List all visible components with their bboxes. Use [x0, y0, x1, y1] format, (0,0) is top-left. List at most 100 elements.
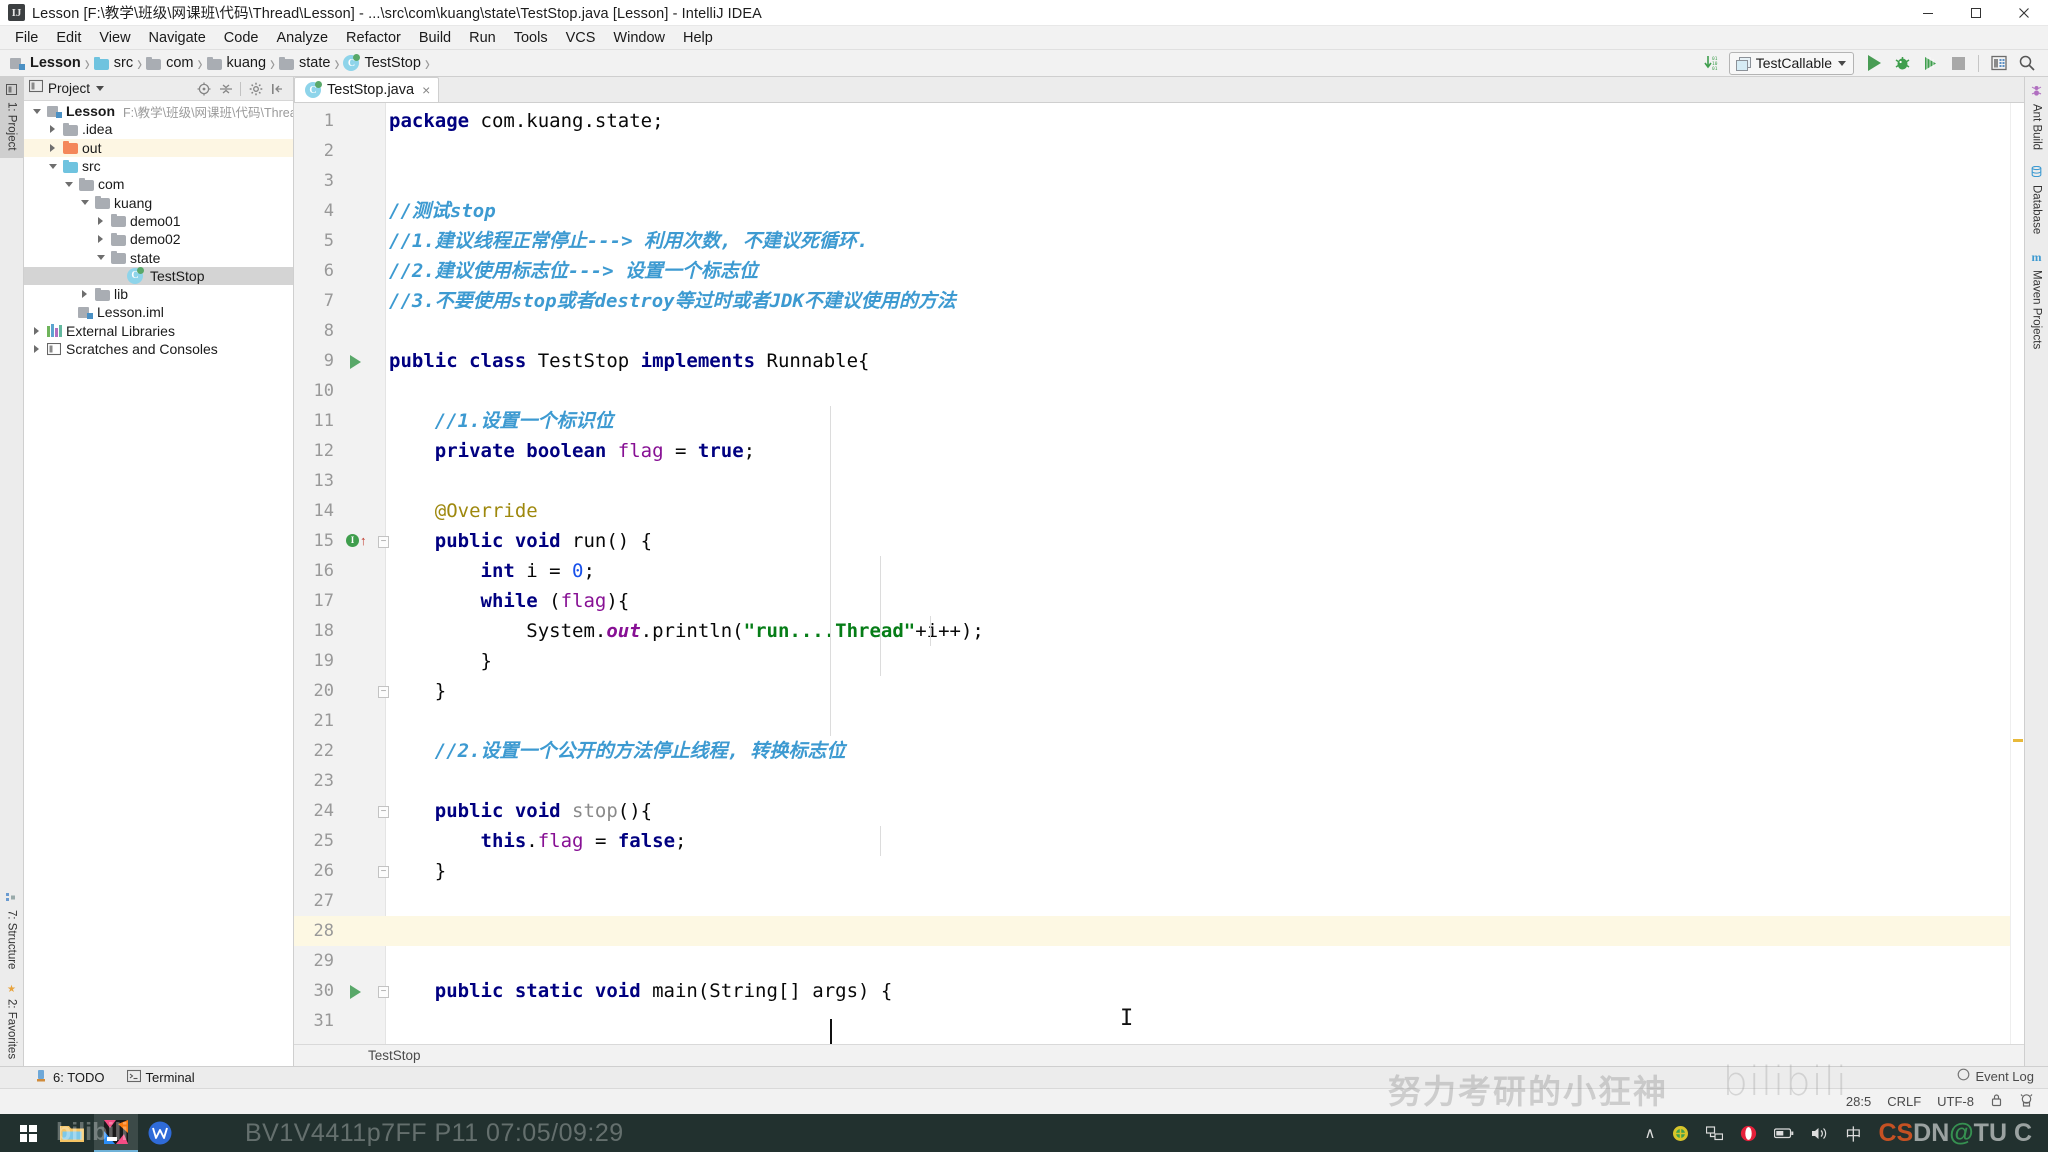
code-line-row[interactable] [294, 916, 2024, 946]
gutter-run-icon[interactable] [350, 355, 361, 369]
code-line-row[interactable] [294, 1006, 2024, 1036]
code-line-row[interactable] [294, 706, 2024, 736]
breadcrumb-kuang[interactable]: kuang [205, 55, 269, 71]
menu-code[interactable]: Code [215, 28, 268, 48]
breadcrumb-state[interactable]: state [277, 55, 332, 71]
code-line-row[interactable] [294, 646, 2024, 676]
code-line-text[interactable]: //2.设置一个公开的方法停止线程, 转换标志位 [389, 736, 846, 766]
code-line-text[interactable]: //3.不要使用stop或者destroy等过时或者JDK不建议使用的方法 [389, 286, 956, 316]
tree-item-out[interactable]: out [24, 138, 293, 157]
menu-tools[interactable]: Tools [505, 28, 557, 48]
twisty-right-icon[interactable] [94, 214, 107, 227]
chevron-down-icon[interactable] [96, 86, 105, 91]
code-line-row[interactable] [294, 766, 2024, 796]
tree-item-lesson[interactable]: Lesson F:\教学\班级\网课班\代码\Thread\Lesson [24, 102, 293, 120]
breadcrumb-lesson[interactable]: Lesson [8, 55, 83, 71]
minimize-button[interactable] [1904, 0, 1952, 25]
code-line-text[interactable]: //1.设置一个标识位 [389, 406, 614, 436]
code-line-row[interactable] [294, 136, 2024, 166]
rail-button-project[interactable]: 1: Project [0, 77, 23, 158]
battery-icon[interactable] [1774, 1127, 1794, 1140]
menu-edit[interactable]: Edit [47, 28, 90, 48]
run-button[interactable] [1861, 52, 1887, 75]
breadcrumb-src[interactable]: src [92, 55, 135, 71]
twisty-down-icon[interactable] [30, 105, 43, 118]
tree-item-kuang[interactable]: kuang [24, 193, 293, 211]
tool-window-todo[interactable]: 6: TODO [34, 1069, 105, 1086]
gutter-run-icon[interactable] [350, 985, 361, 999]
twisty-right-icon[interactable] [78, 288, 91, 301]
menu-run[interactable]: Run [460, 28, 505, 48]
menu-help[interactable]: Help [674, 28, 722, 48]
taskbar-intellij-idea[interactable] [94, 1114, 138, 1152]
code-line-text[interactable]: package com.kuang.state; [389, 106, 664, 136]
code-line-row[interactable] [294, 886, 2024, 916]
tree-item-scratches[interactable]: Scratches and Consoles [24, 340, 293, 358]
code-line-text[interactable]: } [389, 646, 492, 676]
twisty-down-icon[interactable] [62, 178, 75, 191]
close-button[interactable] [2000, 0, 2048, 25]
twisty-right-icon[interactable] [30, 324, 43, 337]
tree-item-external-libraries[interactable]: External Libraries [24, 322, 293, 340]
rail-button-favorites[interactable]: ★ 2: Favorites [0, 977, 23, 1066]
network-icon[interactable] [1706, 1125, 1724, 1141]
code-line-row[interactable] [294, 496, 2024, 526]
code-line-text[interactable]: } [389, 676, 446, 706]
code-line-row[interactable] [294, 196, 2024, 226]
menu-file[interactable]: File [6, 28, 47, 48]
menu-window[interactable]: Window [604, 28, 674, 48]
breadcrumb-com[interactable]: com [144, 55, 195, 71]
taskbar-wps-office[interactable] [138, 1114, 182, 1152]
event-log-button[interactable]: Event Log [1957, 1068, 2034, 1084]
volume-icon[interactable] [1811, 1126, 1828, 1141]
gutter-fold-icon[interactable]: − [378, 866, 389, 878]
menu-vcs[interactable]: VCS [557, 28, 605, 48]
opera-icon[interactable] [1740, 1125, 1757, 1142]
gutter-fold-icon[interactable]: − [378, 536, 389, 548]
menu-build[interactable]: Build [410, 28, 460, 48]
tree-item-src[interactable]: src [24, 157, 293, 175]
code-line-text[interactable]: public static void main(String[] args) { [389, 976, 893, 1006]
twisty-right-icon[interactable] [30, 343, 43, 356]
show-hidden-icons-button[interactable]: ∧ [1644, 1124, 1655, 1142]
tree-item-demo02[interactable]: demo02 [24, 230, 293, 248]
search-everywhere-button[interactable] [2014, 52, 2040, 75]
twisty-right-icon[interactable] [46, 141, 59, 154]
compile-button[interactable]: 01 10 01 [1699, 52, 1725, 75]
rail-button-database[interactable]: Database [2025, 158, 2048, 242]
breadcrumb-teststop[interactable]: C TestStop [341, 54, 422, 71]
twisty-down-icon[interactable] [78, 196, 91, 209]
start-button[interactable] [6, 1114, 50, 1152]
code-line-text[interactable]: private boolean flag = true; [389, 436, 755, 466]
hide-panel-icon[interactable] [270, 81, 285, 96]
menu-view[interactable]: View [90, 28, 139, 48]
tree-item-com[interactable]: com [24, 175, 293, 193]
collapse-all-icon[interactable] [218, 81, 233, 96]
code-line-text[interactable]: while (flag){ [389, 586, 630, 616]
gutter-fold-icon[interactable]: − [378, 806, 389, 818]
error-stripe-marker-bar[interactable] [2010, 103, 2024, 1044]
code-line-row[interactable] [294, 166, 2024, 196]
rail-button-maven-projects[interactable]: m Maven Projects [2025, 242, 2048, 357]
code-line-row[interactable] [294, 946, 2024, 976]
code-line-row[interactable] [294, 466, 2024, 496]
rail-button-ant-build[interactable]: Ant Build [2025, 77, 2048, 158]
security-shield-icon[interactable] [1672, 1125, 1689, 1142]
code-line-text[interactable]: //2.建议使用标志位---> 设置一个标志位 [389, 256, 758, 286]
close-icon[interactable]: × [422, 82, 430, 98]
twisty-right-icon[interactable] [46, 123, 59, 136]
code-line-text[interactable]: this.flag = false; [389, 826, 687, 856]
project-tree[interactable]: Lesson F:\教学\班级\网课班\代码\Thread\Lesson .id… [24, 101, 293, 1066]
maximize-button[interactable] [1952, 0, 2000, 25]
menu-navigate[interactable]: Navigate [140, 28, 215, 48]
line-separator[interactable]: CRLF [1887, 1094, 1921, 1109]
menu-analyze[interactable]: Analyze [267, 28, 337, 48]
tree-item-state[interactable]: state [24, 248, 293, 266]
code-line-text[interactable]: //1.建议线程正常停止---> 利用次数, 不建议死循环. [389, 226, 868, 256]
menu-refactor[interactable]: Refactor [337, 28, 410, 48]
gutter-fold-icon[interactable]: − [378, 686, 389, 698]
run-configuration-selector[interactable]: TestCallable [1728, 51, 1854, 75]
stop-button[interactable] [1945, 52, 1971, 75]
code-line-text[interactable]: int i = 0; [389, 556, 595, 586]
code-line-text[interactable]: public void run() { [389, 526, 652, 556]
